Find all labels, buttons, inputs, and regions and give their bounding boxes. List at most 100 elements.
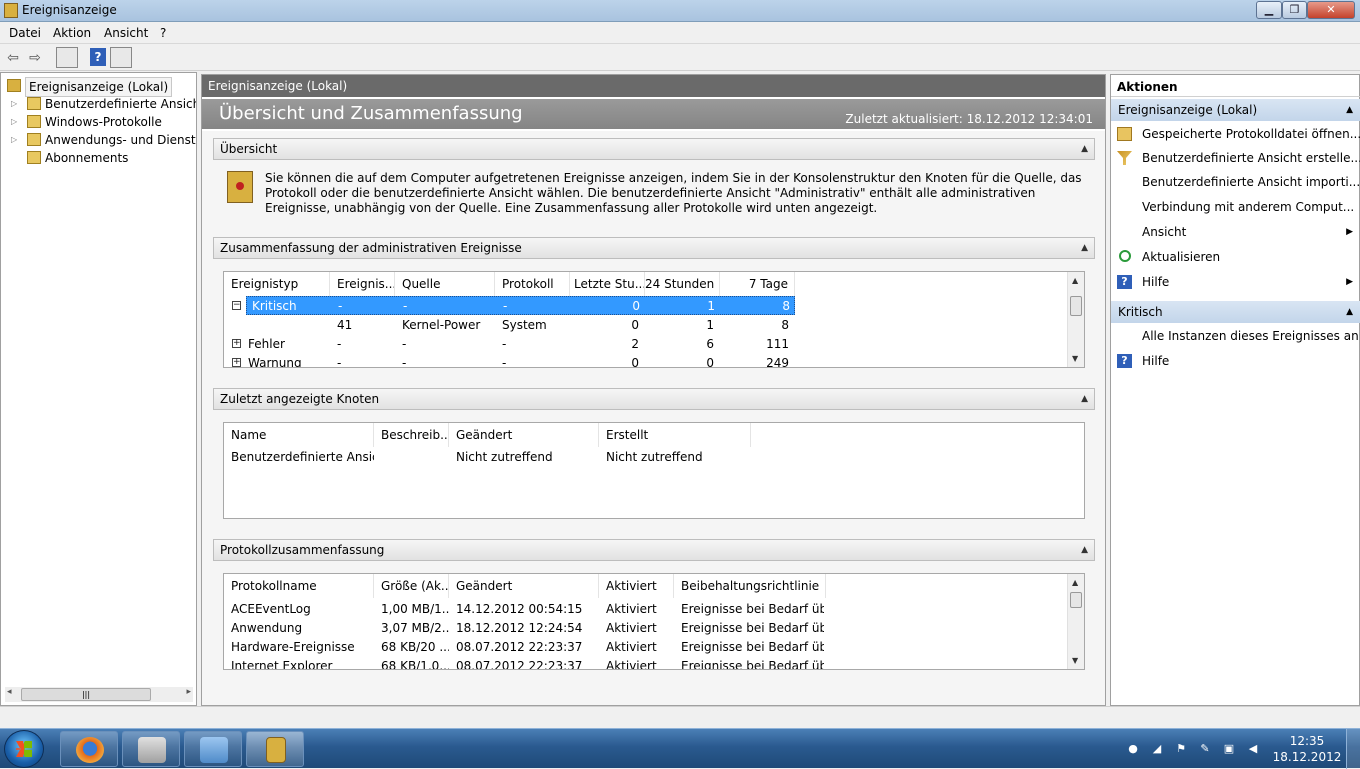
vertical-scrollbar[interactable]: ▲ ▼ [1067,574,1084,669]
action-all-instances[interactable]: Alle Instanzen dieses Ereignisses an... [1111,325,1360,347]
table-cell: 18.12.2012 12:24:54 [456,621,583,635]
column-header[interactable]: Geändert [449,423,599,447]
column-header[interactable]: Ereignistyp [224,272,330,296]
actions-group-header[interactable]: Kritisch ▲ [1111,301,1360,323]
minimize-button[interactable]: ▁ [1256,1,1282,19]
network-icon[interactable]: ▣ [1222,743,1236,755]
tree-item-subscriptions[interactable]: Abonnements [1,149,196,167]
collapse-node-icon[interactable]: − [232,301,241,310]
show-hide-tree-icon[interactable] [56,47,78,68]
section-admin-summary-header[interactable]: Zusammenfassung der administrativen Erei… [213,237,1095,259]
action-view[interactable]: Ansicht ▶ [1111,221,1360,243]
menu-aktion[interactable]: Aktion [53,26,91,40]
action-help[interactable]: ? Hilfe ▶ [1111,271,1360,293]
help-icon[interactable]: ? [90,48,106,66]
page-title: Übersicht und Zusammenfassung [219,103,523,124]
system-clock[interactable]: 12:35 18.12.2012 [1272,733,1342,765]
column-header[interactable]: Erstellt [599,423,751,447]
table-cell[interactable]: Internet Explorer [224,657,374,669]
column-header[interactable]: Protokoll [495,272,570,296]
action-create-custom-view[interactable]: Benutzerdefinierte Ansicht erstelle... [1111,147,1360,169]
table-cell: 249 [766,356,789,368]
menu-ansicht[interactable]: Ansicht [104,26,148,40]
action-center-flag-icon[interactable]: ⚑ [1174,743,1188,755]
collapse-icon[interactable]: ▲ [1346,99,1353,121]
tree-item-windows-logs[interactable]: ▷ Windows-Protokolle [1,113,196,131]
table-cell: 2 [631,337,639,351]
taskbar-explorer[interactable] [122,731,180,767]
scroll-up-icon[interactable]: ▲ [1072,578,1078,587]
collapse-icon[interactable]: ▲ [1081,238,1088,258]
expand-icon[interactable]: ▷ [11,131,17,149]
table-cell: Nicht zutreffend [456,450,553,464]
column-header[interactable]: Quelle [395,272,495,296]
action-import-custom-view[interactable]: Benutzerdefinierte Ansicht importi... [1111,171,1360,193]
table-cell[interactable]: Benutzerdefinierte Ansic... [224,448,374,467]
menu-help[interactable]: ? [160,26,166,40]
table-cell: 3,07 MB/2... [381,621,449,635]
vertical-scrollbar[interactable]: ▲ ▼ [1067,272,1084,367]
scroll-down-icon[interactable]: ▼ [1072,354,1078,363]
close-button[interactable]: ✕ [1307,1,1355,19]
event-log-icon [227,171,253,203]
expand-icon[interactable]: ▷ [11,95,17,113]
table-row-selected[interactable]: Kritisch - - - 0 1 8 [246,296,795,315]
table-cell: Ereignisse bei Bedarf üb... [681,640,824,654]
column-header[interactable]: Geändert [449,574,599,598]
column-header[interactable]: Letzte Stu... [570,272,645,296]
section-overview-header[interactable]: Übersicht ▲ [213,138,1095,160]
table-cell[interactable]: Hardware-Ereignisse [224,638,374,657]
taskbar-firefox[interactable] [60,731,118,767]
column-header[interactable]: 7 Tage [720,272,795,296]
taskbar-event-viewer[interactable] [246,731,304,767]
action-open-saved-log[interactable]: Gespeicherte Protokolldatei öffnen... [1111,123,1360,145]
scroll-thumb[interactable] [1070,296,1082,316]
collapse-icon[interactable]: ▲ [1081,540,1088,560]
scroll-down-icon[interactable]: ▼ [1072,656,1078,665]
column-header[interactable]: Größe (Ak... [374,574,449,598]
actions-group-header[interactable]: Ereignisanzeige (Lokal) ▲ [1111,99,1360,121]
column-header[interactable]: Aktiviert [599,574,674,598]
network-globe-icon[interactable]: ● [1126,743,1140,755]
action-refresh[interactable]: Aktualisieren [1111,246,1360,268]
volume-icon[interactable]: ◀ [1246,743,1260,755]
scroll-thumb[interactable]: ||| [21,688,151,701]
scroll-right-icon[interactable]: ▸ [186,687,191,697]
menu-datei[interactable]: Datei [9,26,41,40]
back-arrow-icon[interactable]: ⇦ [5,48,21,68]
column-header[interactable]: Beibehaltungsrichtlinie [674,574,826,598]
collapse-icon[interactable]: ▲ [1346,301,1353,323]
table-cell[interactable]: Anwendung [224,619,374,638]
expand-node-icon[interactable]: + [232,339,241,348]
expand-node-icon[interactable]: + [232,358,241,367]
start-button[interactable] [4,730,44,768]
tray-app-icon[interactable]: ◢ [1150,743,1164,755]
column-header[interactable]: Name [224,423,374,447]
section-recent-nodes-header[interactable]: Zuletzt angezeigte Knoten ▲ [213,388,1095,410]
scroll-thumb[interactable] [1070,592,1082,608]
tree-item-custom-views[interactable]: ▷ Benutzerdefinierte Ansichten [1,95,196,113]
column-header[interactable]: 24 Stunden [645,272,720,296]
action-help-kritisch[interactable]: ? Hilfe [1111,350,1360,372]
column-header[interactable]: Protokollname [224,574,374,598]
action-connect-computer[interactable]: Verbindung mit anderem Comput... [1111,196,1360,218]
scroll-left-icon[interactable]: ◂ [7,687,12,697]
column-header[interactable]: Beschreib... [374,423,449,447]
table-cell[interactable]: ACEEventLog [224,600,374,619]
section-log-summary-header[interactable]: Protokollzusammenfassung ▲ [213,539,1095,561]
collapse-icon[interactable]: ▲ [1081,139,1088,159]
collapse-icon[interactable]: ▲ [1081,389,1088,409]
expand-icon[interactable]: ▷ [11,113,17,131]
show-desktop-button[interactable] [1346,729,1360,769]
show-hide-action-pane-icon[interactable] [110,47,132,68]
tray-tool-icon[interactable]: ✎ [1198,743,1212,755]
maximize-button[interactable]: ❐ [1282,1,1307,19]
tree-item-app-service-logs[interactable]: ▷ Anwendungs- und Dienstprotokolle [1,131,196,149]
table-cell: Warnung [248,356,302,368]
forward-arrow-icon[interactable]: ⇨ [27,48,43,68]
column-header[interactable]: Ereignis... [330,272,395,296]
taskbar-control-panel[interactable] [184,731,242,767]
tree-horizontal-scrollbar[interactable]: ◂ ||| ▸ [5,687,193,702]
tree-item-root[interactable]: Ereignisanzeige (Lokal) [1,77,196,97]
scroll-up-icon[interactable]: ▲ [1072,276,1078,285]
